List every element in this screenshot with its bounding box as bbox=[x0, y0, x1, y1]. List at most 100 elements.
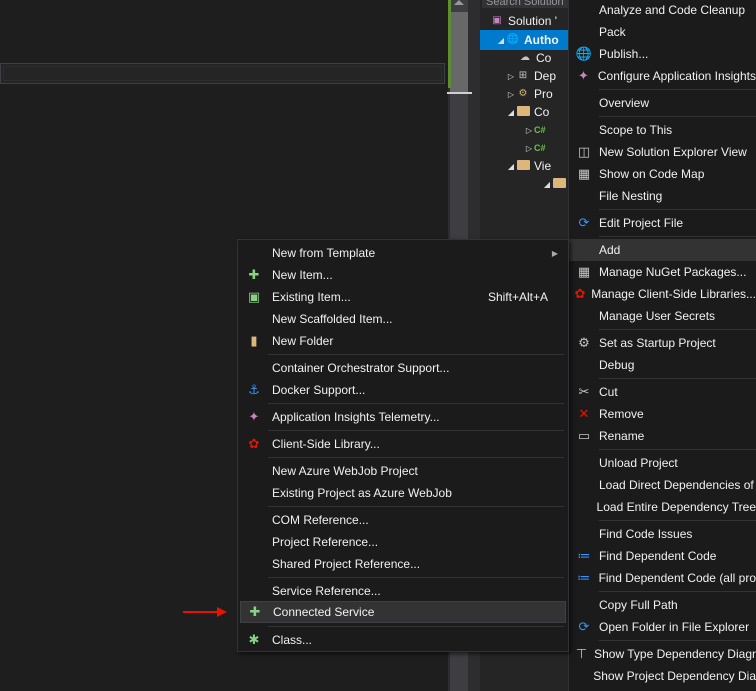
menu-item-new-azure-webjob[interactable]: New Azure WebJob Project bbox=[240, 460, 566, 482]
menu-item-class[interactable]: ✱ Class... bbox=[240, 629, 566, 651]
menu-item-find-dependent-code-all[interactable]: ≔ Find Dependent Code (all pro bbox=[569, 567, 756, 589]
menu-item-label: New Azure WebJob Project bbox=[272, 464, 418, 478]
menu-item-client-libs[interactable]: ✿ Manage Client-Side Libraries... bbox=[569, 283, 756, 305]
menu-item-remove[interactable]: ✕ Remove bbox=[569, 403, 756, 425]
menu-item-add[interactable]: Add bbox=[569, 239, 756, 261]
blank-icon bbox=[571, 474, 597, 496]
menu-item-new-item[interactable]: ✚ New Item... bbox=[240, 264, 566, 286]
expand-arrow-icon[interactable]: ▷ bbox=[506, 90, 516, 99]
menu-item-label: Client-Side Library... bbox=[272, 437, 380, 451]
scrollbar-thumb[interactable] bbox=[450, 12, 468, 92]
menu-item-pack[interactable]: Pack bbox=[569, 21, 756, 43]
menu-item-code-map[interactable]: ▦ Show on Code Map bbox=[569, 163, 756, 185]
menu-item-label: Add bbox=[599, 243, 621, 257]
tree-item-solution[interactable]: ▣ Solution ' bbox=[480, 11, 580, 31]
menu-item-docker-support[interactable]: ⚓ Docker Support... bbox=[240, 379, 566, 401]
dependent-code-icon: ≔ bbox=[577, 548, 591, 563]
expand-arrow-icon[interactable]: ▷ bbox=[524, 144, 534, 153]
menu-item-cut[interactable]: ✂ Cut bbox=[569, 381, 756, 403]
tree-item-views[interactable]: ◢ Vie bbox=[480, 156, 580, 176]
menu-item-find-dependent-code[interactable]: ≔ Find Dependent Code bbox=[569, 545, 756, 567]
blank-icon bbox=[571, 305, 597, 327]
menu-item-label: Show Type Dependency Diagr bbox=[594, 647, 756, 661]
menu-item-label: Configure Application Insights bbox=[597, 69, 756, 83]
editor-input-bar[interactable] bbox=[0, 63, 445, 84]
tree-item-cs-file[interactable]: ▷ C# bbox=[480, 120, 580, 140]
menu-item-app-insights[interactable]: ✦ Application Insights Telemetry... bbox=[240, 406, 566, 428]
menu-item-user-secrets[interactable]: Manage User Secrets bbox=[569, 305, 756, 327]
menu-item-open-folder[interactable]: ⟳ Open Folder in File Explorer bbox=[569, 616, 756, 638]
app-insights-icon: ✦ bbox=[248, 409, 260, 424]
menu-item-project-reference[interactable]: Project Reference... bbox=[240, 531, 566, 553]
menu-item-new-scaffolded[interactable]: New Scaffolded Item... bbox=[240, 308, 566, 330]
tree-item-controllers[interactable]: ◢ Co bbox=[480, 102, 580, 122]
menu-item-rename[interactable]: ▭ Rename bbox=[569, 425, 756, 447]
expand-arrow-icon[interactable]: ▷ bbox=[506, 72, 516, 81]
menu-item-service-reference[interactable]: Service Reference... bbox=[240, 580, 566, 602]
menu-item-debug[interactable]: Debug bbox=[569, 354, 756, 376]
menu-item-client-side-library[interactable]: ✿ Client-Side Library... bbox=[240, 433, 566, 455]
gear-icon: ⚙ bbox=[578, 335, 590, 350]
menu-item-nuget[interactable]: ▦ Manage NuGet Packages... bbox=[569, 261, 756, 283]
tree-item-properties[interactable]: ▷ ⚙ Pro bbox=[480, 84, 580, 104]
menu-separator bbox=[599, 640, 756, 641]
menu-item-configure-insights[interactable]: ✦ Configure Application Insights bbox=[569, 65, 756, 87]
scroll-up-arrow-icon[interactable] bbox=[454, 0, 464, 5]
menu-item-connected-service[interactable]: ✚ Connected Service bbox=[240, 601, 566, 623]
menu-item-load-direct-deps[interactable]: Load Direct Dependencies of bbox=[569, 474, 756, 496]
client-lib-icon: ✿ bbox=[248, 436, 260, 451]
menu-item-load-dep-tree[interactable]: Load Entire Dependency Tree bbox=[569, 496, 756, 518]
menu-item-publish[interactable]: 🌐 Publish... bbox=[569, 43, 756, 65]
blank-icon bbox=[571, 21, 597, 43]
tree-item-dependencies[interactable]: ▷ ⊞ Dep bbox=[480, 66, 580, 86]
menu-item-existing-item[interactable]: ▣ Existing Item... Shift+Alt+A bbox=[240, 286, 566, 308]
menu-item-find-code-issues[interactable]: Find Code Issues bbox=[569, 523, 756, 545]
tree-item-connected[interactable]: ☁ Co bbox=[480, 48, 580, 68]
menu-item-project-dependency-diagram[interactable]: Show Project Dependency Dia bbox=[569, 665, 756, 687]
collapse-arrow-icon[interactable]: ◢ bbox=[506, 108, 516, 117]
menu-item-label: New Solution Explorer View bbox=[599, 145, 747, 159]
menu-item-label: New Scaffolded Item... bbox=[272, 312, 393, 326]
menu-item-unload-project[interactable]: Unload Project bbox=[569, 452, 756, 474]
menu-item-edit-project-file[interactable]: ⟳ Edit Project File bbox=[569, 212, 756, 234]
menu-item-scope-to-this[interactable]: Scope to This bbox=[569, 119, 756, 141]
menu-item-label: Load Entire Dependency Tree bbox=[596, 500, 756, 514]
expand-arrow-icon[interactable]: ▷ bbox=[524, 126, 534, 135]
menu-item-existing-webjob[interactable]: Existing Project as Azure WebJob bbox=[240, 482, 566, 504]
menu-separator bbox=[599, 209, 756, 210]
menu-item-shared-project-reference[interactable]: Shared Project Reference... bbox=[240, 553, 566, 575]
blank-icon bbox=[571, 185, 597, 207]
scissors-icon: ✂ bbox=[578, 384, 590, 399]
menu-item-label: Docker Support... bbox=[272, 383, 366, 397]
menu-item-new-folder[interactable]: ▮ New Folder bbox=[240, 330, 566, 352]
menu-item-com-reference[interactable]: COM Reference... bbox=[240, 509, 566, 531]
tree-item-project[interactable]: ◢ 🌐 Autho bbox=[480, 30, 580, 50]
scroll-position-marker bbox=[447, 92, 473, 94]
submenu-arrow-icon: ▶ bbox=[551, 248, 558, 258]
menu-item-type-dependency-diagram[interactable]: ⊤ Show Type Dependency Diagr bbox=[569, 643, 756, 665]
add-submenu: New from Template ▶ ✚ New Item... ▣ Existin… bbox=[237, 239, 569, 652]
menu-item-new-from-template[interactable]: New from Template ▶ bbox=[240, 242, 566, 264]
collapse-arrow-icon[interactable]: ◢ bbox=[542, 180, 552, 189]
tree-item-label: Co bbox=[536, 51, 552, 65]
dependent-code-icon: ≔ bbox=[577, 570, 591, 585]
tree-item-cs-file[interactable]: ▷ C# bbox=[480, 138, 580, 158]
new-view-icon: ◫ bbox=[577, 144, 591, 159]
collapse-arrow-icon[interactable]: ◢ bbox=[506, 162, 516, 171]
folder-icon bbox=[516, 160, 530, 172]
blank-icon bbox=[571, 354, 597, 376]
menu-item-analyze-cleanup[interactable]: Analyze and Code Cleanup bbox=[569, 0, 756, 21]
blank-icon bbox=[571, 594, 597, 616]
expand-arrow-icon[interactable]: ◢ bbox=[496, 36, 506, 45]
menu-item-label: Open Folder in File Explorer bbox=[599, 620, 750, 634]
menu-item-new-view[interactable]: ◫ New Solution Explorer View bbox=[569, 141, 756, 163]
tree-item-subfolder[interactable]: ◢ bbox=[480, 174, 580, 194]
menu-item-copy-full-path[interactable]: Copy Full Path bbox=[569, 594, 756, 616]
menu-item-startup-project[interactable]: ⚙ Set as Startup Project bbox=[569, 332, 756, 354]
blank-icon bbox=[243, 357, 265, 379]
menu-item-file-nesting[interactable]: File Nesting bbox=[569, 185, 756, 207]
solution-search-input[interactable]: Search Solution bbox=[482, 0, 570, 8]
blank-icon bbox=[243, 509, 265, 531]
menu-item-container-orchestrator[interactable]: Container Orchestrator Support... bbox=[240, 357, 566, 379]
menu-item-overview[interactable]: Overview bbox=[569, 92, 756, 114]
